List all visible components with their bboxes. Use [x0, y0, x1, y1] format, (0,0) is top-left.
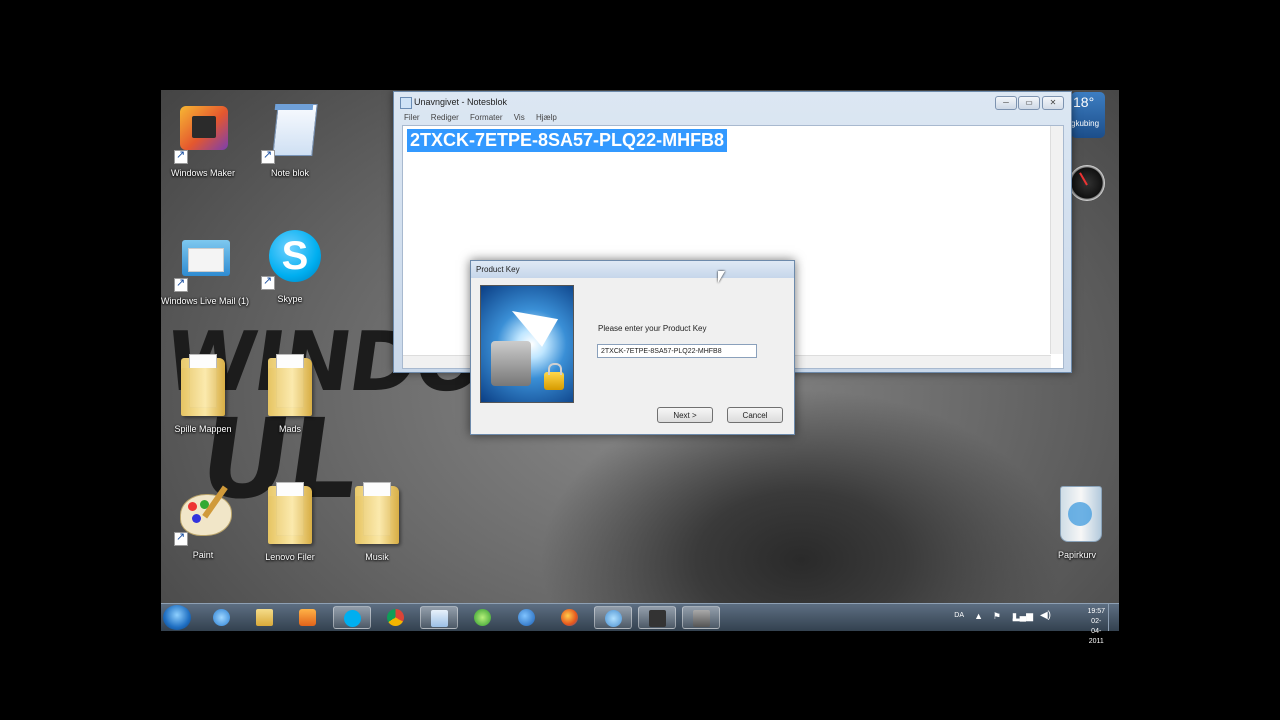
close-button[interactable]: ✕ — [1042, 96, 1064, 110]
mouse-cursor-icon — [718, 271, 725, 283]
desktop-icon-musik[interactable]: Musik — [335, 482, 419, 562]
chrome-icon — [387, 609, 404, 626]
volume-icon[interactable]: ◀) — [1040, 610, 1051, 621]
icon-label: Mads — [278, 424, 301, 434]
icon-label: Windows Maker — [170, 168, 235, 178]
desktop-icon-windows-live-mail[interactable]: Windows Live Mail (1) — [161, 230, 250, 306]
icon-label: Lenovo Filer — [265, 552, 315, 562]
menu-file[interactable]: Filer — [404, 113, 420, 122]
maximize-button[interactable]: ▭ — [1018, 96, 1040, 110]
desktop-icon-recycle-bin[interactable]: Papirkurv — [1035, 484, 1119, 560]
next-button[interactable]: Next > — [657, 407, 713, 423]
taskbar-google-earth[interactable] — [508, 606, 546, 629]
mail-icon — [172, 230, 234, 292]
taskbar-media-player[interactable] — [289, 606, 327, 629]
app-icon — [474, 609, 491, 626]
internet-explorer-icon — [213, 609, 230, 626]
taskbar-notepad[interactable] — [420, 606, 458, 629]
skype-icon — [344, 610, 361, 627]
icon-label: Paint — [192, 550, 214, 560]
cancel-button[interactable]: Cancel — [727, 407, 783, 423]
tractor-icon — [649, 610, 666, 627]
notepad-title-icon — [400, 97, 412, 109]
notepad-icon — [259, 102, 321, 164]
icon-label: Papirkurv — [1057, 550, 1096, 560]
desktop-icon-spille-mappen[interactable]: Spille Mappen — [161, 354, 245, 434]
folder-icon — [259, 482, 321, 548]
language-indicator[interactable]: DA — [954, 612, 964, 619]
weather-gadget[interactable]: 18° gkubing — [1071, 92, 1105, 138]
taskbar-app-tractor[interactable] — [638, 606, 676, 629]
folder-icon — [259, 354, 321, 420]
desktop-icon-paint[interactable]: Paint — [161, 484, 245, 560]
taskbar-chrome[interactable] — [377, 606, 415, 629]
clock[interactable]: 19:57 02-04-2011 — [1087, 607, 1105, 647]
icon-label: Musik — [365, 552, 389, 562]
taskbar-app-green[interactable] — [464, 606, 502, 629]
clock-time: 19:57 — [1087, 608, 1105, 615]
taskbar-app-people[interactable] — [594, 606, 632, 629]
product-key-prompt: Please enter your Product Key — [598, 324, 707, 333]
minimize-button[interactable]: ─ — [995, 96, 1017, 110]
installer-icon — [693, 610, 710, 627]
recycle-bin-icon — [1046, 484, 1108, 546]
paint-palette-icon — [172, 484, 234, 546]
menu-edit[interactable]: Rediger — [431, 113, 459, 122]
desktop-icon-mads[interactable]: Mads — [248, 354, 332, 434]
skype-icon: S — [259, 228, 321, 290]
show-desktop-button[interactable] — [1108, 604, 1119, 631]
clock-date: 02-04-2011 — [1088, 618, 1104, 645]
product-key-input[interactable]: 2TXCK-7ETPE-8SA57-PLQ22-MHFB8 — [597, 344, 757, 358]
selected-text[interactable]: 2TXCK-7ETPE-8SA57-PLQ22-MHFB8 — [407, 129, 728, 152]
flag-icon[interactable]: ⚑ — [993, 611, 1001, 622]
taskbar-installer[interactable] — [682, 606, 720, 629]
icon-label: Skype — [277, 294, 303, 304]
taskbar-skype[interactable] — [333, 606, 371, 629]
folder-icon — [172, 354, 234, 420]
icon-label: Windows Live Mail (1) — [161, 296, 250, 306]
vertical-scrollbar[interactable] — [1050, 126, 1063, 354]
window-title: Unavngivet - Notesblok — [414, 97, 508, 107]
desktop-icon-lenovo-filer[interactable]: Lenovo Filer — [248, 482, 332, 562]
desktop-icon-notepad[interactable]: Note blok — [248, 102, 332, 178]
folder-icon — [256, 609, 273, 626]
menu-format[interactable]: Formater — [470, 113, 502, 122]
product-key-dialog[interactable]: Product Key Please enter your Product Ke… — [470, 260, 795, 435]
gauge-needle-icon — [1079, 172, 1088, 186]
cpu-meter-gadget[interactable] — [1069, 165, 1105, 201]
network-icon[interactable]: ▂▄▆ — [1013, 611, 1033, 622]
temperature-text: 18° — [1073, 94, 1095, 110]
firefox-icon — [561, 609, 578, 626]
taskbar-explorer[interactable] — [246, 606, 284, 629]
menu-view[interactable]: Vis — [514, 113, 525, 122]
notepad-icon — [431, 610, 448, 627]
start-button[interactable] — [163, 605, 191, 630]
globe-icon — [518, 609, 535, 626]
installer-banner-image — [480, 285, 574, 403]
taskbar: DA ▲ ⚑ ▮ ▂▄▆ ◀) 19:57 02-04-2011 — [161, 603, 1119, 645]
icon-label: Spille Mappen — [174, 424, 232, 434]
desktop-icon-skype[interactable]: S Skype — [248, 228, 332, 304]
dialog-title: Product Key — [471, 261, 794, 278]
folder-icon — [346, 482, 408, 548]
taskbar-internet-explorer[interactable] — [203, 606, 241, 629]
icon-label: Note blok — [270, 168, 310, 178]
location-text: gkubing — [1071, 119, 1100, 128]
media-player-icon — [299, 609, 316, 626]
movie-maker-icon — [172, 102, 234, 164]
taskbar-firefox[interactable] — [551, 606, 589, 629]
menu-help[interactable]: Hjælp — [536, 113, 557, 122]
menu-bar: Filer Rediger Formater Vis Hjælp — [404, 113, 566, 122]
people-icon — [605, 610, 622, 627]
show-hidden-icons-icon[interactable]: ▲ — [974, 611, 983, 621]
desktop-icon-windows-maker[interactable]: Windows Maker — [161, 102, 245, 178]
